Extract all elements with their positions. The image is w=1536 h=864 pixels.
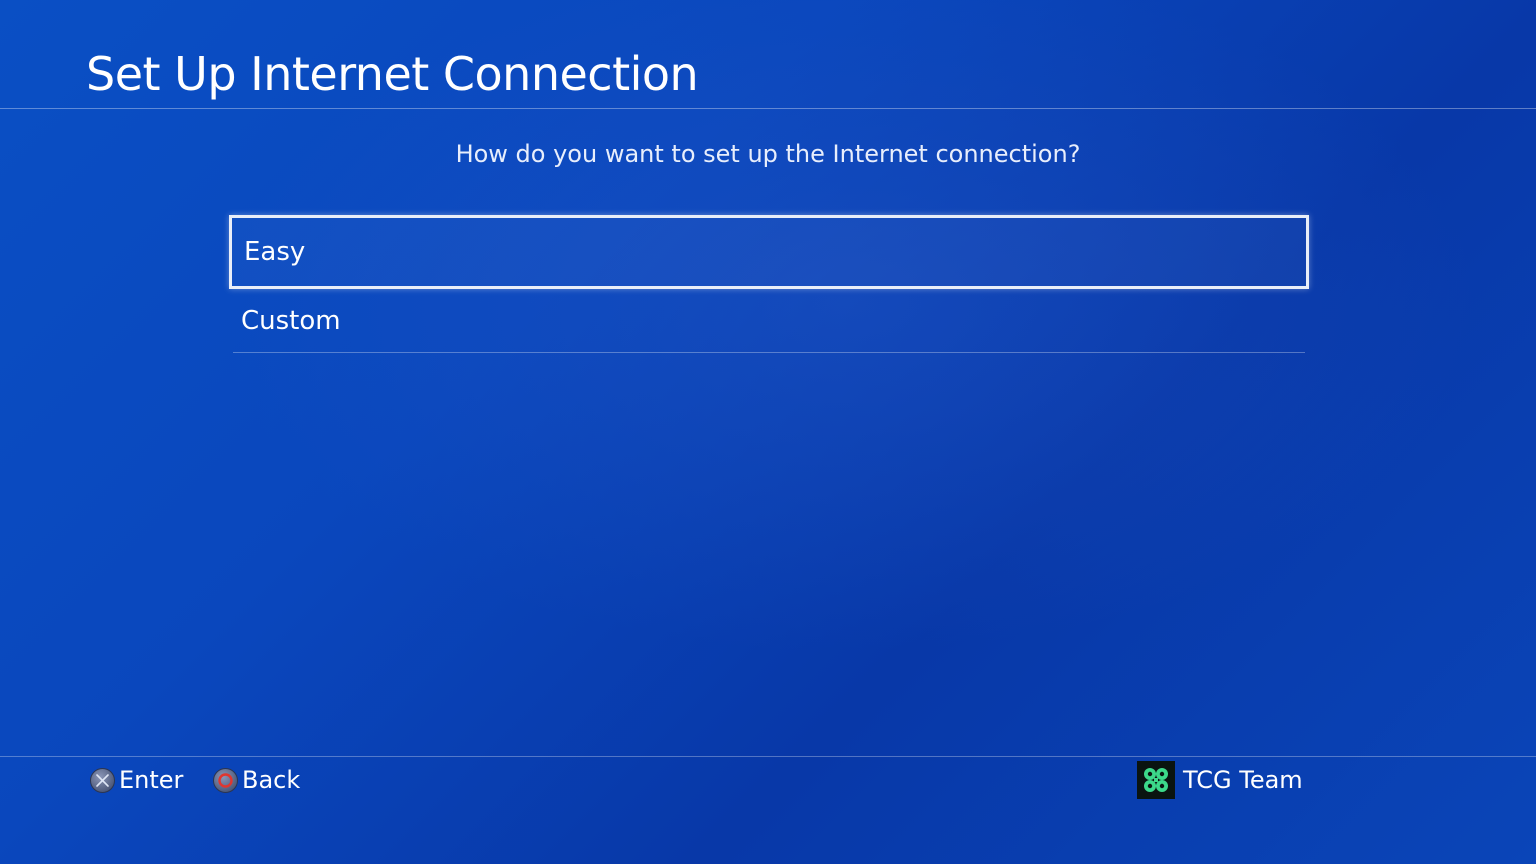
option-custom[interactable]: Custom: [233, 289, 1305, 353]
circle-button-icon: [213, 767, 238, 793]
setup-question: How do you want to set up the Internet c…: [455, 140, 1081, 168]
cross-button-icon: [90, 767, 115, 793]
enter-hint[interactable]: Enter: [90, 765, 183, 795]
back-hint[interactable]: Back: [213, 765, 300, 795]
clover-avatar-icon: [1137, 761, 1175, 799]
user-badge: TCG Team: [1137, 761, 1303, 799]
footer: Enter Back TCG Team: [0, 756, 1536, 864]
user-name: TCG Team: [1183, 766, 1303, 794]
enter-hint-label: Enter: [119, 766, 184, 794]
page-title: Set Up Internet Connection: [86, 47, 699, 101]
option-list: Easy Custom: [229, 215, 1309, 353]
header: Set Up Internet Connection: [0, 0, 1536, 109]
option-easy[interactable]: Easy: [229, 215, 1309, 289]
back-hint-label: Back: [242, 766, 301, 794]
option-custom-label: Custom: [241, 305, 341, 336]
option-easy-label: Easy: [244, 237, 306, 267]
